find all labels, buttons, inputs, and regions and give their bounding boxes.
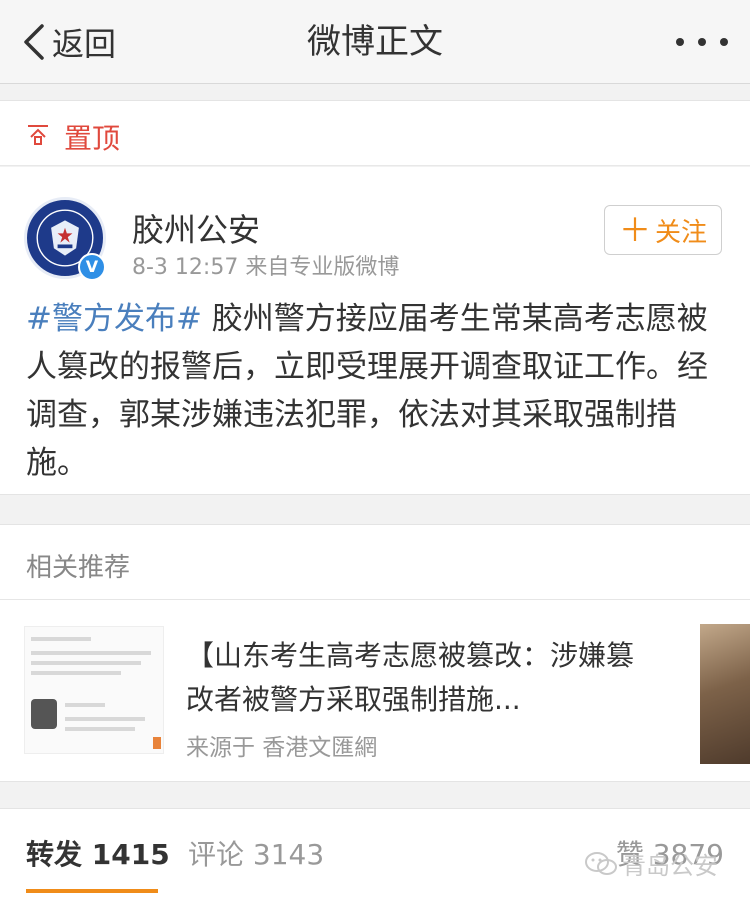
comment-label: 评论 — [188, 838, 245, 871]
wechat-icon — [585, 851, 617, 875]
author-name[interactable]: 胶州公安 — [132, 205, 260, 251]
watermark-text: 青岛公安 — [622, 852, 718, 880]
plus-icon: ＋ — [618, 211, 651, 249]
active-tab-indicator — [26, 889, 158, 893]
post-time: 8-3 12:57 — [132, 255, 239, 280]
follow-button[interactable]: ＋ 关注 — [604, 205, 722, 255]
pinned-label: 置顶 — [64, 122, 121, 155]
article-thumbnail — [24, 626, 164, 754]
pin-top-icon — [28, 125, 48, 145]
related-article-card[interactable]: 【山东考生高考志愿被篡改：涉嫌篡改者被警方采取强制措施... 来源于 香港文匯網 — [0, 600, 750, 782]
tab-repost[interactable]: 转发 1415 — [26, 833, 170, 873]
post-card: V 胶州公安 8-3 12:57 来自专业版微博 ＋ 关注 #警方发布# 胶州警… — [0, 167, 750, 495]
related-section-title: 相关推荐 — [26, 553, 131, 583]
top-navbar: 返回 微博正文 — [0, 0, 750, 84]
pinned-row: 置顶 — [0, 100, 750, 166]
repost-label: 转发 — [26, 838, 83, 871]
watermark: 青岛公安 — [584, 846, 718, 881]
post-meta: 8-3 12:57 来自专业版微博 — [132, 249, 399, 281]
more-dots-icon[interactable] — [676, 30, 728, 54]
tab-comment[interactable]: 评论 3143 — [188, 833, 324, 873]
post-source: 来自专业版微博 — [245, 255, 400, 280]
related-headline: 【山东考生高考志愿被篡改：涉嫌篡改者被警方采取强制措施... — [186, 639, 635, 716]
page-title: 微博正文 — [307, 22, 443, 62]
hashtag-link[interactable]: #警方发布# — [26, 301, 202, 337]
comment-count: 3143 — [252, 838, 325, 871]
related-section: 相关推荐 【山东考生高考志愿被篡改：涉嫌篡改者被警方采取强制措施... 来源于 … — [0, 524, 750, 782]
repost-count: 1415 — [91, 838, 170, 871]
post-text: #警方发布# 胶州警方接应届考生常某高考志愿被人篡改的报警后，立即受理展开调查取… — [26, 295, 726, 487]
related-source: 来源于 香港文匯網 — [186, 735, 378, 761]
verified-badge-icon: V — [78, 253, 106, 281]
next-card-thumbnail[interactable] — [700, 624, 750, 764]
follow-label: 关注 — [655, 217, 708, 248]
